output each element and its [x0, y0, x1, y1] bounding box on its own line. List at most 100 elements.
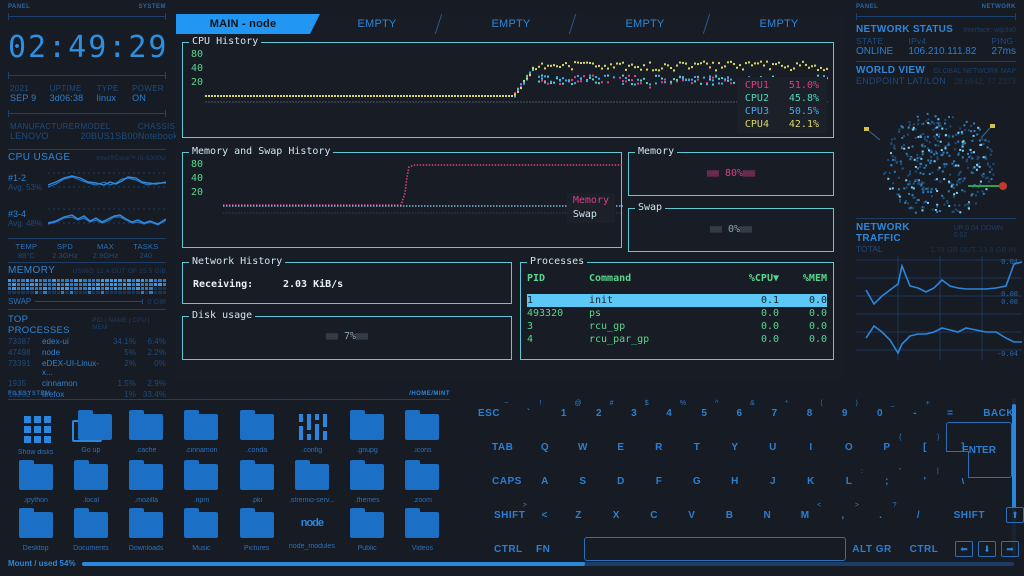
filesystem-item[interactable]: node node_modules [284, 504, 339, 552]
key-[interactable]: + = [933, 408, 968, 419]
filesystem-item[interactable]: Documents [63, 504, 118, 552]
key-1[interactable]: ! 1 [546, 408, 581, 419]
on-screen-keyboard[interactable]: ESC ~ `! 1 @2 #3 $4% 5 ^ 6 & 7 * 8(9) 0 _ - + = BACK TAB Q W E… [462, 388, 1024, 576]
key-l[interactable]: L [830, 476, 868, 487]
keyboard-row-1[interactable]: ESC ~ `! 1 @2 #3 $4% 5 ^ 6 & 7 * 8(9) 0 _ - + = BACK [462, 396, 1024, 430]
key-s[interactable]: S [564, 476, 602, 487]
filesystem-item[interactable]: .mozilla [119, 456, 174, 504]
terminal-tab-4[interactable]: EMPTY [712, 14, 846, 34]
process-table-row[interactable]: 1 init 0.1 0.0 [527, 294, 827, 307]
key-shift[interactable]: SHIFT [937, 510, 1001, 521]
key-z[interactable]: Z [560, 510, 598, 521]
keyboard-row-3[interactable]: CAPS A S D F G H J K L:; " ' | \ [462, 464, 1024, 498]
key-[interactable]: _ - [898, 408, 933, 419]
key-4[interactable]: $4 [652, 408, 687, 419]
key-back[interactable]: BACK [968, 408, 1024, 419]
terminal-tab-2[interactable]: EMPTY [444, 14, 578, 34]
key-f[interactable]: F [640, 476, 678, 487]
filesystem-item[interactable]: .local [63, 456, 118, 504]
filesystem-item[interactable]: Pictures [229, 504, 284, 552]
key-a[interactable]: A [526, 476, 564, 487]
key-c[interactable]: C [635, 510, 673, 521]
key-[interactable]: >. [862, 510, 900, 521]
key-7[interactable]: & 7 [757, 408, 792, 419]
key-esc[interactable]: ESC [470, 408, 511, 419]
filesystem-item[interactable]: .npm [174, 456, 229, 504]
key-3[interactable]: #3 [617, 408, 652, 419]
key-u[interactable]: U [754, 442, 792, 453]
filesystem-item[interactable]: Public [340, 504, 395, 552]
key-9[interactable]: (9 [827, 408, 862, 419]
key-arrow-up[interactable]: ⬆ [1006, 507, 1024, 523]
key-m[interactable]: M [786, 510, 824, 521]
key-tab[interactable]: TAB [470, 442, 526, 453]
key-6[interactable]: ^ 6 [722, 408, 757, 419]
filesystem-item[interactable]: Go up [63, 406, 118, 456]
top-process-row[interactable]: 73391 eDEX-UI-Linux-x... 2% 0% [8, 358, 166, 378]
key-g[interactable]: G [678, 476, 716, 487]
filesystem-item[interactable]: Downloads [119, 504, 174, 552]
filesystem-item[interactable]: Music [174, 504, 229, 552]
keyboard-row-2[interactable]: TAB Q W E R T Y U I O P{[}] [462, 430, 1024, 464]
terminal-tab-1[interactable]: EMPTY [310, 14, 444, 34]
key-k[interactable]: K [792, 476, 830, 487]
filesystem-item[interactable]: .cinnamon [174, 406, 229, 456]
terminal-content[interactable]: CPU History 80 40 20 CPU1 51.0% CPU2 45.8%… [176, 34, 846, 380]
col-mem[interactable]: %MEM [779, 273, 827, 284]
terminal-tab-3[interactable]: EMPTY [578, 14, 712, 34]
key-8[interactable]: * 8 [792, 408, 827, 419]
key-o[interactable]: O [830, 442, 868, 453]
key-p[interactable]: P [868, 442, 906, 453]
key-j[interactable]: J [754, 476, 792, 487]
processes-rows[interactable]: 1 init 0.1 0.0 493320 ps 0.0 0.0 3 rcu_gp 0.0 0.0 4 r… [527, 294, 827, 346]
filesystem-item[interactable]: .conda [229, 406, 284, 456]
key-y[interactable]: Y [716, 442, 754, 453]
process-table-row[interactable]: 3 rcu_gp 0.0 0.0 [527, 320, 827, 333]
key-2[interactable]: @2 [582, 408, 617, 419]
filesystem-item[interactable]: .pki [229, 456, 284, 504]
keyboard-row-4[interactable]: SHIFT > < Z X C V B N M <, >.? / SHIFT ⬆ [462, 498, 1024, 532]
filesystem-item[interactable]: .gnupg [340, 406, 395, 456]
key-x[interactable]: X [597, 510, 635, 521]
filesystem-item[interactable]: .stremio-serv... [284, 456, 339, 504]
processes-table[interactable]: PID Command %CPU▼ %MEM 1 init 0.1 0.0 493320… [527, 273, 827, 346]
key-arrow-right[interactable]: ➡ [1001, 541, 1019, 557]
filesystem-item[interactable]: Show disks [8, 406, 63, 456]
keyboard-row-5[interactable]: CTRL FN ALT GR CTRL ⬅ ⬇ ➡ [462, 532, 1024, 566]
filesystem-grid[interactable]: Show disks Go up .cache .cinnamon .conda .con… [8, 406, 450, 556]
key-[interactable]: ~ ` [511, 408, 546, 419]
key-enter[interactable]: ENTER [946, 422, 1012, 478]
key-arrow-down[interactable]: ⬇ [978, 541, 996, 557]
key-h[interactable]: H [716, 476, 754, 487]
top-process-row[interactable]: 73387 edex-ui 34.1% 6.4% [8, 336, 166, 347]
terminal-tabs[interactable]: MAIN - node EMPTY EMPTY EMPTY EMPTY [176, 14, 846, 34]
filesystem-item[interactable]: .config [284, 406, 339, 456]
key-ctrl[interactable]: CTRL [898, 544, 950, 555]
key-shift[interactable]: SHIFT [470, 510, 530, 521]
filesystem-item[interactable]: Videos [395, 504, 450, 552]
key-[interactable]: > < [530, 510, 560, 521]
key-t[interactable]: T [678, 442, 716, 453]
key-d[interactable]: D [602, 476, 640, 487]
key-[interactable]: ? / [900, 510, 938, 521]
process-table-row[interactable]: 4 rcu_par_gp 0.0 0.0 [527, 333, 827, 346]
key-alt-gr[interactable]: ALT GR [846, 544, 898, 555]
key-[interactable]: {[ [906, 442, 944, 453]
key-[interactable]: <, [824, 510, 862, 521]
key-e[interactable]: E [602, 442, 640, 453]
key-caps[interactable]: CAPS [470, 476, 526, 487]
key-i[interactable]: I [792, 442, 830, 453]
filesystem-item[interactable]: .cache [119, 406, 174, 456]
key-[interactable]: " ' [906, 476, 944, 487]
key-space[interactable] [584, 537, 846, 561]
key-[interactable]: :; [868, 476, 906, 487]
key-w[interactable]: W [564, 442, 602, 453]
process-table-row[interactable]: 493320 ps 0.0 0.0 [527, 307, 827, 320]
key-v[interactable]: V [673, 510, 711, 521]
filesystem-item[interactable]: .icons [395, 406, 450, 456]
filesystem-item[interactable]: .ipython [8, 456, 63, 504]
filesystem-item[interactable]: .themes [340, 456, 395, 504]
key-r[interactable]: R [640, 442, 678, 453]
col-cpu[interactable]: %CPU▼ [733, 273, 779, 284]
filesystem-item[interactable]: Desktop [8, 504, 63, 552]
